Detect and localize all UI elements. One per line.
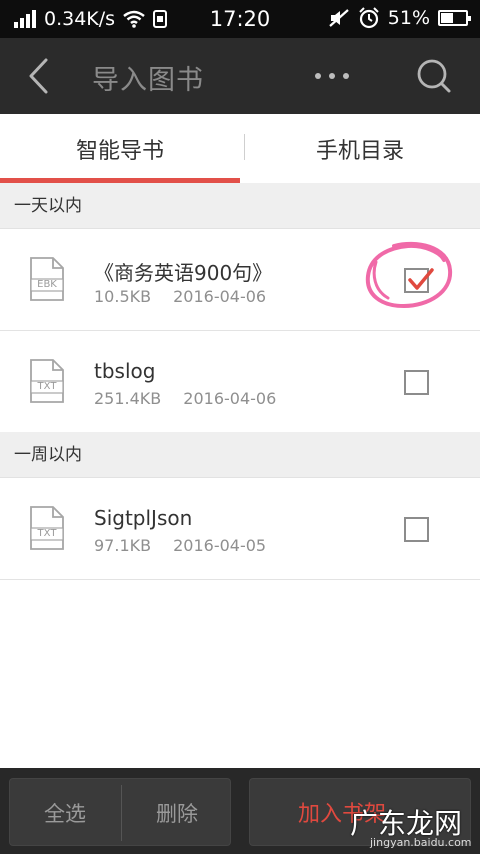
file-date: 2016-04-06 [183, 389, 277, 408]
file-size: 97.1KB [94, 536, 152, 555]
file-name: 《商务英语900句》 [94, 261, 273, 285]
txt-file-icon: TXT [30, 359, 64, 403]
more-dots-icon [315, 73, 349, 79]
file-row[interactable]: TXT SigtplJson 97.1KB 2016-04-05 [0, 478, 480, 580]
file-checkbox-checked[interactable] [404, 268, 434, 293]
more-options-button[interactable] [304, 54, 360, 98]
status-bar: 0.34K/s 17:20 51% [0, 0, 480, 38]
chevron-left-icon [29, 58, 48, 94]
file-size: 251.4KB [94, 389, 162, 408]
page-title: 导入图书 [92, 65, 204, 96]
alarm-icon [359, 7, 379, 29]
file-checkbox[interactable] [404, 370, 429, 395]
file-date: 2016-04-05 [173, 536, 267, 555]
checkmark-icon [408, 268, 434, 290]
battery-percent: 51% [387, 7, 430, 29]
file-row[interactable]: EBK 《商务英语900句》 10.5KB 2016-04-06 [0, 229, 480, 331]
title-bar: 导入图书 [0, 38, 480, 114]
tab-smart-import[interactable]: 智能导书 [0, 114, 240, 184]
file-meta: 97.1KB 2016-04-05 [94, 536, 266, 555]
txt-file-icon: TXT [30, 506, 64, 550]
back-button[interactable] [18, 54, 62, 98]
file-row[interactable]: TXT tbslog 251.4KB 2016-04-06 [0, 331, 480, 433]
ebk-file-icon: EBK [30, 257, 64, 301]
mute-icon [329, 9, 349, 27]
file-checkbox[interactable] [404, 517, 429, 542]
file-size: 10.5KB [94, 287, 152, 306]
search-icon [417, 59, 451, 93]
button-group: 全选 删除 [9, 778, 231, 846]
battery-icon [438, 10, 471, 26]
bottom-action-bar: 全选 删除 加入书架 [0, 768, 480, 854]
select-all-button[interactable]: 全选 [10, 779, 120, 847]
file-meta: 10.5KB 2016-04-06 [94, 287, 266, 306]
add-to-bookshelf-button[interactable]: 加入书架 [249, 778, 471, 846]
file-name: SigtplJson [94, 506, 193, 530]
file-type-label: EBK [37, 279, 57, 290]
file-meta: 251.4KB 2016-04-06 [94, 389, 276, 408]
tab-bar: 智能导书 手机目录 [0, 114, 480, 184]
section-header-within-day: 一天以内 [0, 183, 480, 229]
delete-button[interactable]: 删除 [122, 779, 232, 847]
tab-phone-directory[interactable]: 手机目录 [240, 114, 480, 184]
file-name: tbslog [94, 359, 156, 383]
section-header-within-week: 一周以内 [0, 432, 480, 478]
search-button[interactable] [410, 54, 458, 98]
file-date: 2016-04-06 [173, 287, 267, 306]
file-type-label: TXT [37, 381, 57, 392]
file-type-label: TXT [37, 528, 57, 539]
